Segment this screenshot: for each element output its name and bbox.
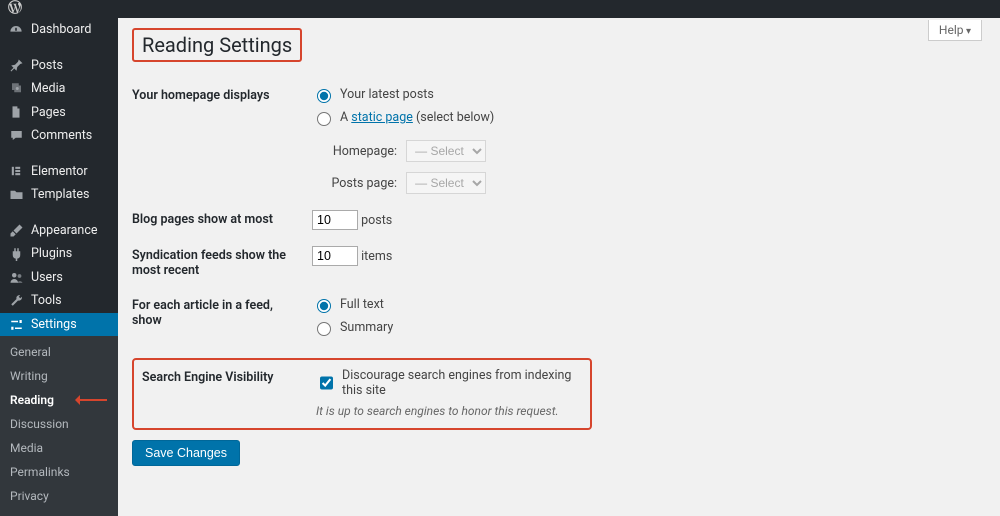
submenu-item-writing[interactable]: Writing xyxy=(0,364,118,388)
sidebar-label: Templates xyxy=(31,187,89,202)
admin-sidebar: Dashboard Posts Media Pages Comments Ele… xyxy=(0,18,118,516)
folder-icon xyxy=(8,187,24,203)
submenu-label: General xyxy=(10,345,51,359)
sidebar-label: Elementor xyxy=(31,164,88,179)
field-label-sev: Search Engine Visibility xyxy=(138,364,308,422)
radio-latest-posts[interactable] xyxy=(317,89,331,103)
wrench-icon xyxy=(8,293,24,309)
checkbox-label: Discourage search engines from indexing … xyxy=(342,368,578,398)
postspage-dropdown-label: Posts page: xyxy=(312,176,397,191)
radio-static-page[interactable] xyxy=(317,112,331,126)
field-label-blog-pages: Blog pages show at most xyxy=(132,202,302,238)
submenu-item-reading[interactable]: Reading xyxy=(0,388,118,412)
sidebar-label: Posts xyxy=(31,58,63,73)
field-label-homepage: Your homepage displays xyxy=(132,78,302,202)
sidebar-label: Tools xyxy=(31,293,62,308)
radio-label: Full text xyxy=(340,297,384,312)
submenu-label: Privacy xyxy=(10,489,49,503)
content-area: Help Reading Settings Your homepage disp… xyxy=(118,18,1000,516)
radio-summary[interactable] xyxy=(317,322,331,336)
sidebar-item-comments[interactable]: Comments xyxy=(0,124,118,148)
sidebar-item-templates[interactable]: Templates xyxy=(0,183,118,207)
blog-pages-input[interactable] xyxy=(312,210,358,230)
sidebar-item-appearance[interactable]: Appearance xyxy=(0,219,118,243)
elementor-icon xyxy=(8,163,24,179)
syndication-input[interactable] xyxy=(312,246,358,266)
admin-bar xyxy=(0,0,1000,18)
settings-submenu: General Writing Reading Discussion Media… xyxy=(0,336,118,516)
submenu-item-general[interactable]: General xyxy=(0,340,118,364)
text: A xyxy=(340,110,351,125)
help-tab[interactable]: Help xyxy=(928,20,982,41)
help-label: Help xyxy=(939,23,964,37)
submenu-label: Reading xyxy=(10,393,54,407)
sidebar-label: Media xyxy=(31,81,65,96)
radio-label: Your latest posts xyxy=(340,87,434,102)
submenu-item-privacy[interactable]: Privacy xyxy=(0,484,118,508)
wordpress-logo-icon[interactable] xyxy=(8,0,22,18)
radio-label: A static page (select below) xyxy=(340,110,494,125)
static-page-link[interactable]: static page xyxy=(351,110,413,125)
text: (select below) xyxy=(413,110,494,125)
submenu-label: Discussion xyxy=(10,417,69,431)
sidebar-item-plugins[interactable]: Plugins xyxy=(0,242,118,266)
submenu-item-discussion[interactable]: Discussion xyxy=(0,412,118,436)
plug-icon xyxy=(8,246,24,262)
sidebar-label: Plugins xyxy=(31,246,72,261)
sidebar-label: Users xyxy=(31,270,63,285)
users-icon xyxy=(8,269,24,285)
sidebar-label: Comments xyxy=(31,128,92,143)
radio-label: Summary xyxy=(340,320,393,335)
pin-icon xyxy=(8,57,24,73)
submenu-label: Media xyxy=(10,441,43,455)
sidebar-item-elementor[interactable]: Elementor xyxy=(0,160,118,184)
sidebar-item-dashboard[interactable]: Dashboard xyxy=(0,18,118,42)
media-icon xyxy=(8,81,24,97)
sidebar-label: Pages xyxy=(31,105,66,120)
dashboard-icon xyxy=(8,22,24,38)
radio-full-text[interactable] xyxy=(317,299,331,313)
sidebar-item-users[interactable]: Users xyxy=(0,266,118,290)
sidebar-item-media[interactable]: Media xyxy=(0,77,118,101)
sidebar-item-posts[interactable]: Posts xyxy=(0,54,118,78)
save-changes-button[interactable]: Save Changes xyxy=(132,440,240,466)
comment-icon xyxy=(8,128,24,144)
sliders-icon xyxy=(8,316,24,332)
homepage-dropdown-label: Homepage: xyxy=(312,144,397,159)
sidebar-item-settings[interactable]: Settings xyxy=(0,313,118,337)
search-engine-visibility-box: Search Engine Visibility Discourage sear… xyxy=(132,358,592,430)
highlight-arrow-icon xyxy=(70,395,107,405)
sidebar-item-tools[interactable]: Tools xyxy=(0,289,118,313)
suffix-text: posts xyxy=(361,213,392,228)
submenu-label: Writing xyxy=(10,369,48,383)
page-icon xyxy=(8,104,24,120)
sidebar-label: Appearance xyxy=(31,223,98,238)
homepage-select[interactable]: — Select — xyxy=(406,140,486,162)
field-label-syndication: Syndication feeds show the most recent xyxy=(132,238,302,288)
suffix-text: items xyxy=(361,249,392,264)
field-label-feed-article: For each article in a feed, show xyxy=(132,288,302,350)
settings-form: Your homepage displays Your latest posts… xyxy=(132,78,982,350)
postspage-select[interactable]: — Select — xyxy=(406,172,486,194)
page-title: Reading Settings xyxy=(132,28,302,62)
sidebar-item-pages[interactable]: Pages xyxy=(0,101,118,125)
submenu-item-permalinks[interactable]: Permalinks xyxy=(0,460,118,484)
sidebar-label: Settings xyxy=(31,317,77,332)
submenu-label: Permalinks xyxy=(10,465,70,479)
brush-icon xyxy=(8,222,24,238)
submenu-item-media[interactable]: Media xyxy=(0,436,118,460)
sev-description: It is up to search engines to honor this… xyxy=(316,404,578,418)
sev-checkbox[interactable] xyxy=(320,376,333,390)
sidebar-label: Dashboard xyxy=(31,22,91,37)
